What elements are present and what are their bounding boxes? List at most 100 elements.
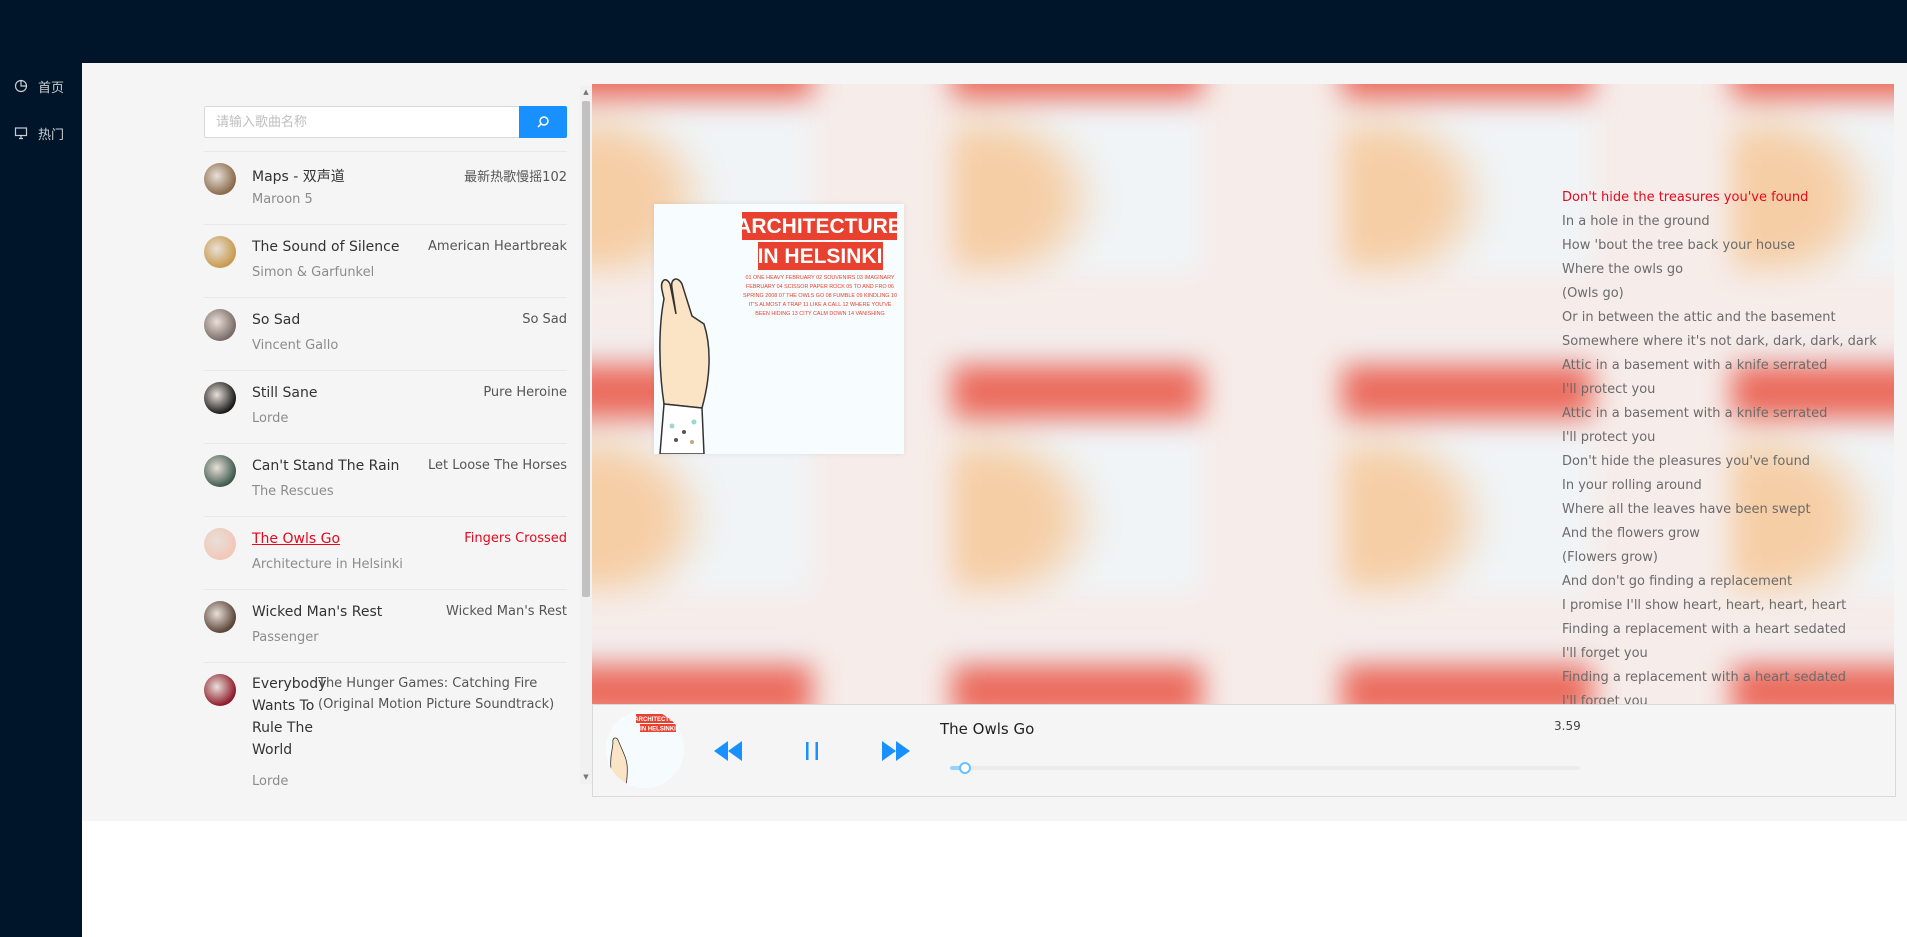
album-cover-art: ARCHITECTURE IN HELSINKI 01 ONE HEAVY FE… [654, 204, 904, 455]
lyric-line: Don't hide the treasures you've found [1562, 190, 1809, 205]
song-artist: Vincent Gallo [252, 338, 339, 353]
lyrics-panel: Don't hide the treasures you've found In … [1562, 186, 1892, 714]
background-blur-tile [952, 344, 1202, 594]
lyric-line: Attic in a basement with a knife serrate… [1562, 358, 1828, 373]
song-list-item[interactable]: The Owls Go Fingers Crossed Architecture i… [204, 516, 567, 589]
lyric-line: I'll protect you [1562, 430, 1656, 445]
lyric-line: How 'bout the tree back your house [1562, 238, 1796, 253]
lyric-line: Finding a replacement with a heart sedat… [1562, 622, 1847, 637]
song-artist: Maroon 5 [252, 192, 313, 207]
song-list-item[interactable]: Everybody Wants To Rule The World The Hun… [204, 662, 567, 787]
pause-button[interactable] [796, 737, 828, 765]
song-avatar [204, 382, 236, 414]
desktop-icon [14, 127, 28, 140]
song-list: Maps - 双声道 最新热歌慢摇102 Maroon 5 The Sound of … [204, 151, 567, 787]
song-list-scrollbar-thumb[interactable] [582, 101, 590, 597]
song-title[interactable]: Can't Stand The Rain [252, 458, 399, 474]
nav-home-label: 首页 [38, 80, 65, 96]
player-control-bar [592, 704, 1896, 797]
forward-icon [882, 741, 910, 761]
song-album[interactable]: Wicked Man's Rest [446, 604, 567, 619]
search-input[interactable] [204, 106, 519, 138]
next-track-button[interactable] [880, 737, 912, 765]
cover-band-line1: ARCHITECTURE [736, 215, 902, 238]
song-artist: Architecture in Helsinki [252, 557, 403, 572]
pie-chart-icon [14, 79, 28, 93]
lyric-line: Somewhere where it's not dark, dark, dar… [1562, 334, 1877, 349]
song-title[interactable]: The Owls Go [252, 531, 340, 547]
song-avatar [204, 528, 236, 560]
song-title[interactable]: So Sad [252, 312, 300, 328]
now-playing-title: The Owls Go [940, 720, 1035, 738]
song-title[interactable]: Everybody Wants To Rule The World [252, 673, 326, 761]
progress-bar[interactable] [950, 766, 1580, 770]
nav-item-home[interactable]: 首页 [14, 74, 64, 98]
playback-time: 3.59 [1554, 719, 1581, 733]
song-album[interactable]: So Sad [522, 312, 567, 327]
lyric-line: Don't hide the pleasures you've found [1562, 454, 1811, 469]
song-avatar [204, 455, 236, 487]
song-artist: Simon & Garfunkel [252, 265, 375, 280]
song-list-item[interactable]: The Sound of Silence American Heartbreak S… [204, 224, 567, 297]
now-playing-cover-art: ARCHITECTURE IN HELSINKI [606, 710, 684, 788]
search-bar [204, 106, 567, 138]
lyric-line: I promise I'll show heart, heart, heart,… [1562, 598, 1847, 613]
scroll-up-icon[interactable]: ▲ [582, 88, 590, 96]
scroll-down-icon[interactable]: ▼ [582, 773, 590, 781]
lyric-line: Where all the leaves have been swept [1562, 502, 1811, 517]
previous-track-button[interactable] [712, 737, 744, 765]
lyric-line: In a hole in the ground [1562, 214, 1710, 229]
song-album[interactable]: Fingers Crossed [464, 531, 567, 546]
lyric-line: Or in between the attic and the basement [1562, 310, 1836, 325]
song-artist: Passenger [252, 630, 319, 645]
lyric-line: In your rolling around [1562, 478, 1702, 493]
pause-icon [806, 742, 818, 760]
lyric-line: And don't go finding a replacement [1562, 574, 1793, 589]
song-artist: Lorde [252, 774, 289, 787]
song-album[interactable]: The Hunger Games: Catching Fire (Origina… [318, 673, 567, 715]
mini-cover-band-line2: IN HELSINKI [640, 727, 676, 733]
song-avatar [204, 163, 236, 195]
search-icon [537, 116, 549, 128]
lyric-line: (Owls go) [1562, 286, 1624, 301]
top-header [0, 0, 1907, 63]
song-avatar [204, 674, 236, 706]
search-button[interactable] [519, 106, 567, 138]
song-artist: Lorde [252, 411, 289, 426]
background-blur-tile [1342, 84, 1592, 274]
song-title[interactable]: Still Sane [252, 385, 317, 401]
nav-item-hot[interactable]: 热门 [14, 121, 64, 145]
now-playing-cover: ARCHITECTURE IN HELSINKI [606, 710, 684, 788]
cover-band-line2: IN HELSINKI [758, 245, 883, 268]
song-list-item[interactable]: Can't Stand The Rain Let Loose The Horses… [204, 443, 567, 516]
lyric-line: Attic in a basement with a knife serrate… [1562, 406, 1828, 421]
song-album[interactable]: Let Loose The Horses [428, 458, 567, 473]
song-album[interactable]: Pure Heroine [483, 385, 567, 400]
song-title[interactable]: The Sound of Silence [252, 239, 399, 255]
song-list-item[interactable]: Maps - 双声道 最新热歌慢摇102 Maroon 5 [204, 151, 567, 224]
song-artist: The Rescues [252, 484, 334, 499]
lyric-line: And the flowers grow [1562, 526, 1700, 541]
lyric-line: I'll forget you [1562, 646, 1648, 661]
song-avatar [204, 236, 236, 268]
song-list-item[interactable]: Wicked Man's Rest Wicked Man's Rest Passen… [204, 589, 567, 662]
song-album[interactable]: 最新热歌慢摇102 [464, 166, 567, 185]
sidebar: 首页 热门 [0, 63, 82, 937]
album-cover: ARCHITECTURE IN HELSINKI 01 ONE HEAVY FE… [654, 204, 904, 455]
song-avatar [204, 309, 236, 341]
song-title[interactable]: Wicked Man's Rest [252, 604, 382, 620]
song-album[interactable]: American Heartbreak [428, 239, 567, 254]
background-blur-tile [1342, 344, 1592, 594]
song-title[interactable]: Maps - 双声道 [252, 166, 345, 186]
lyric-line: Where the owls go [1562, 262, 1684, 277]
lyric-line: I'll protect you [1562, 382, 1656, 397]
backward-icon [714, 741, 742, 761]
nav-hot-label: 热门 [38, 127, 65, 143]
song-list-item[interactable]: Still Sane Pure Heroine Lorde [204, 370, 567, 443]
background-blur-tile [952, 84, 1202, 274]
lyric-line: Finding a replacement with a heart sedat… [1562, 670, 1847, 685]
lyric-line: (Flowers grow) [1562, 550, 1658, 565]
cover-tracklist: 01 ONE HEAVY FEBRUARY 02 SOUVENIRS 03 IM… [743, 275, 897, 317]
song-list-item[interactable]: So Sad So Sad Vincent Gallo [204, 297, 567, 370]
song-avatar [204, 601, 236, 633]
